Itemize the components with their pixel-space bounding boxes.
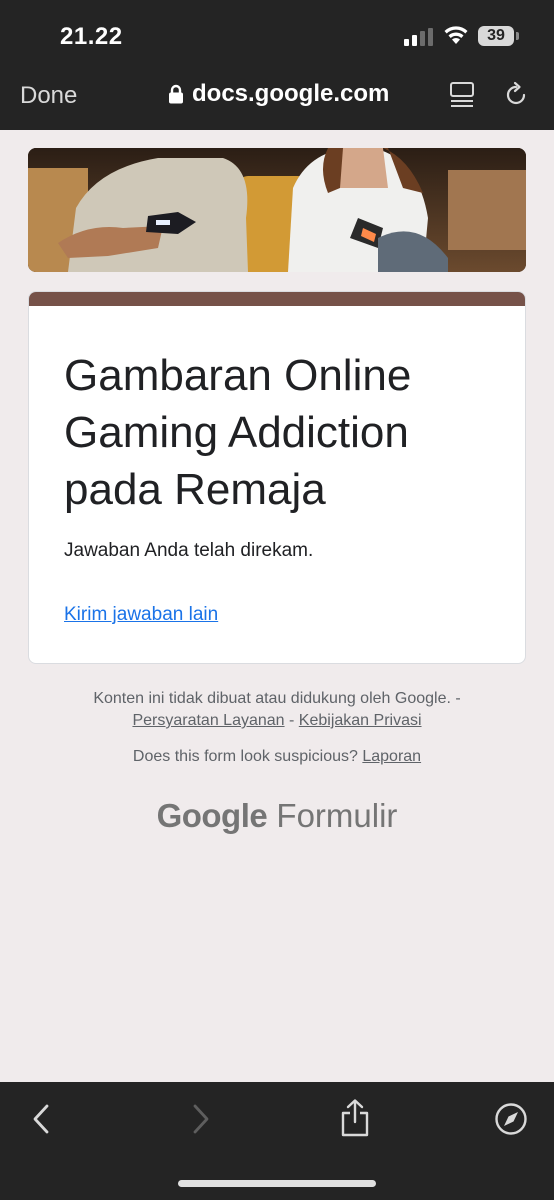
battery-nub <box>516 32 519 40</box>
status-time: 21.22 <box>60 23 123 50</box>
reload-icon[interactable] <box>502 81 530 109</box>
cellular-signal-icon <box>404 28 434 46</box>
confirmation-message: Jawaban Anda telah direkam. <box>64 540 314 561</box>
privacy-link[interactable]: Kebijakan Privasi <box>299 712 422 729</box>
compass-icon[interactable] <box>494 1102 528 1136</box>
reader-mode-icon[interactable] <box>449 81 475 109</box>
url-text: docs.google.com <box>192 80 390 107</box>
status-bar: 21.22 39 <box>0 0 554 70</box>
report-row: Does this form look suspicious? Laporan <box>0 748 554 766</box>
disclaimer: Konten ini tidak dibuat atau didukung ol… <box>0 688 554 732</box>
brand-product: Formulir <box>276 797 398 834</box>
battery-icon: 39 <box>478 26 514 46</box>
browser-toolbar <box>0 1082 554 1200</box>
share-icon[interactable] <box>339 1098 371 1138</box>
form-title: Gambaran Online Gaming Addiction pada Re… <box>64 351 412 514</box>
done-button[interactable]: Done <box>20 82 77 110</box>
battery-level: 39 <box>487 27 505 44</box>
google-forms-logo: Google Formulir <box>0 797 554 835</box>
terms-link[interactable]: Persyaratan Layanan <box>132 712 284 729</box>
brand-google: Google <box>156 797 268 834</box>
footer-separator: - <box>289 712 295 729</box>
back-icon[interactable] <box>29 1102 53 1136</box>
forward-icon[interactable] <box>189 1102 213 1136</box>
address-bar[interactable]: docs.google.com <box>168 80 389 108</box>
form-card: Gambaran Online Gaming Addiction pada Re… <box>28 291 526 664</box>
submit-another-link[interactable]: Kirim jawaban lain <box>64 604 218 626</box>
wifi-icon <box>444 26 468 44</box>
disclaimer-text: Konten ini tidak dibuat atau didukung ol… <box>93 690 461 707</box>
home-indicator <box>178 1180 376 1187</box>
browser-bar: Done docs.google.com <box>0 70 554 130</box>
gaming-photo <box>28 148 526 272</box>
report-link[interactable]: Laporan <box>362 748 421 765</box>
form-header-image <box>28 148 526 272</box>
suspicious-text: Does this form look suspicious? <box>132 748 358 765</box>
form-accent-bar <box>29 292 525 306</box>
lock-icon <box>169 84 183 104</box>
